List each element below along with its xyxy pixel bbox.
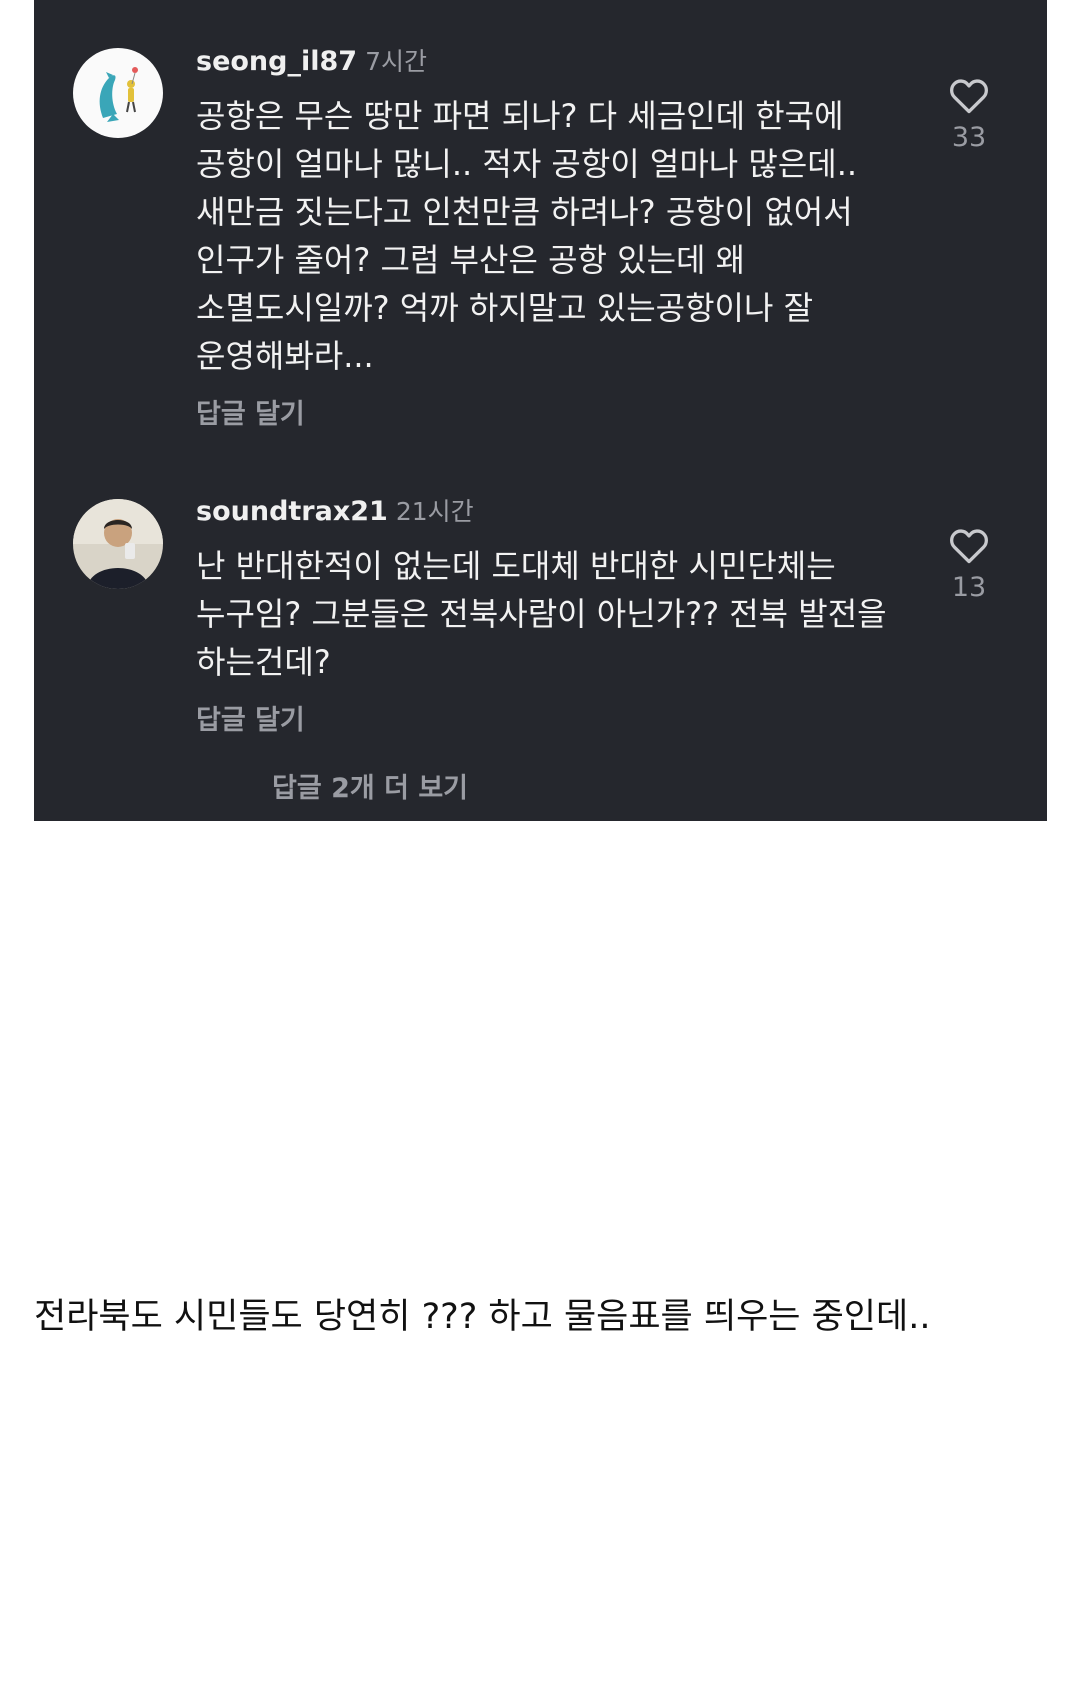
view-more-replies-button[interactable]: 답글 2개 더 보기	[272, 766, 468, 805]
avatar[interactable]	[73, 499, 163, 589]
comment-line: 누구임? 그분들은 전북사람이 아닌가?? 전북 발전을	[196, 595, 887, 633]
like-count: 33	[951, 122, 987, 153]
username[interactable]: soundtrax21	[196, 496, 388, 527]
comment-meta: soundtrax21 21시간	[196, 492, 474, 528]
caption-text: 전라북도 시민들도 당연히 ??? 하고 물음표를 띄우는 중인데..	[34, 1297, 931, 1337]
reply-button[interactable]: 답글 달기	[196, 698, 305, 737]
comment-line: 하는건데?	[196, 643, 331, 681]
reply-button[interactable]: 답글 달기	[196, 392, 305, 431]
comment-line: 인구가 줄어? 그럼 부산은 공항 있는데 왜	[196, 241, 746, 279]
timestamp: 21시간	[395, 497, 474, 526]
like-count: 13	[951, 572, 987, 603]
comments-panel: seong_il87 7시간 공항은 무슨 땅만 파면 되나? 다 세금인데 한국…	[34, 0, 1047, 821]
username[interactable]: seong_il87	[196, 46, 357, 77]
page: seong_il87 7시간 공항은 무슨 땅만 파면 되나? 다 세금인데 한국…	[0, 0, 1080, 1691]
like-button[interactable]: 13	[939, 528, 999, 603]
comment-line: 난 반대한적이 없는데 도대체 반대한 시민단체는	[196, 547, 836, 585]
person-avatar-image	[73, 499, 163, 589]
comment-line: 새만금 짓는다고 인천만큼 하려나? 공항이 없어서	[196, 193, 853, 231]
comment-text: 공항은 무슨 땅만 파면 되나? 다 세금인데 한국에 공항이 얼마나 많니..…	[196, 92, 857, 380]
avatar[interactable]	[73, 48, 163, 138]
comment-line: 공항이 얼마나 많니.. 적자 공항이 얼마나 많은데..	[196, 145, 858, 183]
comment-line: 운영해봐라...	[196, 337, 374, 375]
heart-outline-icon	[950, 529, 988, 564]
comment-meta: seong_il87 7시간	[196, 42, 427, 78]
dolphin-avatar-image	[73, 48, 163, 138]
heart-outline-icon	[950, 79, 988, 114]
comment-line: 소멸도시일까? 억까 하지말고 있는공항이나 잘	[196, 289, 814, 327]
comment-text: 난 반대한적이 없는데 도대체 반대한 시민단체는 누구임? 그분들은 전북사람…	[196, 542, 887, 686]
like-button[interactable]: 33	[939, 78, 999, 153]
comment-line: 공항은 무슨 땅만 파면 되나? 다 세금인데 한국에	[196, 97, 844, 135]
timestamp: 7시간	[365, 47, 427, 76]
